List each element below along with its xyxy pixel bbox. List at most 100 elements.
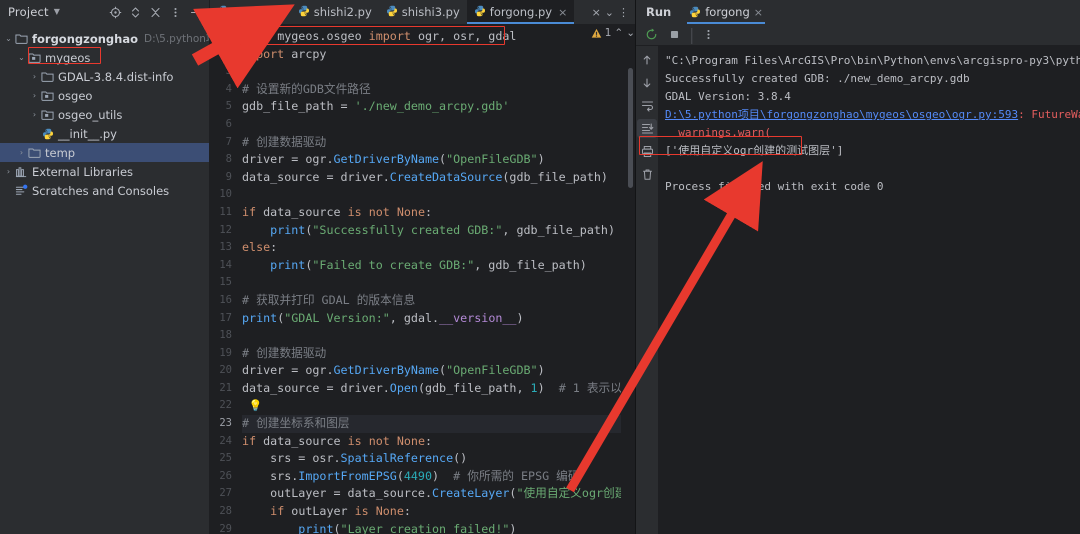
code-line[interactable] xyxy=(242,63,621,81)
run-body: "C:\Program Files\ArcGIS\Pro\bin\Python\… xyxy=(636,46,1080,534)
tree-item-scratches-and-consoles[interactable]: Scratches and Consoles xyxy=(0,181,209,200)
code-line[interactable]: print("GDAL Version:", gdal.__version__) xyxy=(242,310,621,328)
code-line[interactable] xyxy=(242,116,621,134)
code-line[interactable]: print("Successfully created GDB:", gdb_f… xyxy=(242,222,621,240)
hide-icon[interactable] xyxy=(186,3,205,22)
tree-toggle-arrow-icon[interactable]: ⌄ xyxy=(3,34,14,43)
code-line[interactable]: from mygeos.osgeo import ogr, osr, gdal xyxy=(242,28,621,46)
chevron-down-icon[interactable]: ▼ xyxy=(54,8,60,16)
editor-tab-shishi3-py[interactable]: shishi3.py xyxy=(379,0,467,24)
run-toolbar: | xyxy=(636,24,1080,46)
more-options-icon[interactable] xyxy=(166,3,185,22)
editor-tab-label: shishi3.py xyxy=(401,5,460,19)
editor-scrollbar-thumb[interactable] xyxy=(628,68,633,188)
line-number: 19 xyxy=(219,346,232,359)
editor-tab-shishi2-py[interactable]: shishi2.py xyxy=(291,0,379,24)
tree-item-temp[interactable]: › temp xyxy=(0,143,209,162)
code-line[interactable]: print("Failed to create GDB:", gdb_file_… xyxy=(242,257,621,275)
code-line[interactable]: data_source = driver.CreateDataSource(gd… xyxy=(242,169,621,187)
close-icon[interactable]: × xyxy=(592,6,601,19)
close-icon[interactable]: × xyxy=(754,6,763,19)
code-line[interactable]: import arcpy xyxy=(242,46,621,64)
project-tree[interactable]: ⌄ forgongzonghao D:\5.python项目 ⌄ mygeos › GDAL… xyxy=(0,24,209,534)
tree-item-osgeo[interactable]: › osgeo xyxy=(0,86,209,105)
trash-icon[interactable] xyxy=(637,165,657,184)
tree-item-gdal-3-8-4-dist-info[interactable]: › GDAL-3.8.4.dist-info xyxy=(0,67,209,86)
code-line[interactable]: # 创建数据驱动 xyxy=(242,134,621,152)
tree-item--init-py[interactable]: __init__.py xyxy=(0,124,209,143)
line-number: 14 xyxy=(219,258,232,271)
code-line[interactable]: driver = ogr.GetDriverByName("OpenFileGD… xyxy=(242,151,621,169)
code-line[interactable] xyxy=(242,327,621,345)
code-line[interactable]: if outLayer is None: xyxy=(242,503,621,521)
run-panel-header: Run forgong × xyxy=(636,0,1080,24)
tree-toggle-arrow-icon[interactable]: ⌄ xyxy=(16,53,27,62)
code-line[interactable]: if data_source is not None: xyxy=(242,433,621,451)
next-problem-icon[interactable]: ⌄ xyxy=(626,27,635,39)
editor-tab-shishi-py[interactable]: shishi.py xyxy=(210,0,291,24)
tree-toggle-arrow-icon[interactable]: › xyxy=(29,72,40,81)
collapse-all-icon[interactable] xyxy=(146,3,165,22)
tree-toggle-arrow-icon[interactable]: › xyxy=(29,110,40,119)
expand-collapse-icon[interactable] xyxy=(126,3,145,22)
library-icon xyxy=(14,165,29,178)
tree-item-forgongzonghao[interactable]: ⌄ forgongzonghao D:\5.python项目 xyxy=(0,29,209,48)
line-number: 6 xyxy=(225,117,232,130)
tree-item-mygeos[interactable]: ⌄ mygeos xyxy=(0,48,209,67)
more-options-icon[interactable] xyxy=(700,26,717,43)
run-configuration-tab[interactable]: forgong × xyxy=(683,0,769,24)
scroll-to-end-icon[interactable] xyxy=(637,119,657,138)
tree-item-label: osgeo xyxy=(58,88,93,103)
line-number: 24 xyxy=(219,434,232,447)
code-line[interactable]: if data_source is not None: xyxy=(242,204,621,222)
up-arrow-icon[interactable] xyxy=(637,50,657,69)
close-icon[interactable]: × xyxy=(558,6,567,19)
editor-tab-forgong-py[interactable]: forgong.py × xyxy=(466,0,575,24)
code-line[interactable]: 💡 xyxy=(242,397,621,415)
code-line[interactable]: # 获取并打印 GDAL 的版本信息 xyxy=(242,292,621,310)
code-line[interactable]: outLayer = data_source.CreateLayer("使用自定… xyxy=(242,485,621,503)
inspection-widget[interactable]: 1 ⌃ ⌄ xyxy=(591,27,635,39)
soft-wrap-icon[interactable] xyxy=(637,96,657,115)
tree-item-label: GDAL-3.8.4.dist-info xyxy=(58,69,174,84)
code-line[interactable]: # 创建坐标系和图层 xyxy=(242,415,621,433)
tree-toggle-arrow-icon[interactable]: › xyxy=(29,91,40,100)
tree-item-osgeo-utils[interactable]: › osgeo_utils xyxy=(0,105,209,124)
editor-tab-label: shishi.py xyxy=(233,5,284,19)
locate-icon[interactable] xyxy=(106,3,125,22)
python-file-icon xyxy=(690,6,701,18)
line-number: 21 xyxy=(219,381,232,394)
code-line[interactable] xyxy=(242,274,621,292)
code-line[interactable]: else: xyxy=(242,239,621,257)
tree-toggle-arrow-icon[interactable]: › xyxy=(16,148,27,157)
prev-problem-icon[interactable]: ⌃ xyxy=(614,27,623,39)
editor-code-content[interactable]: from mygeos.osgeo import ogr, osr, gdal i… xyxy=(238,24,621,534)
editor-tab-bar[interactable]: shishi.py shishi2.py shishi3.py forgong.py ×… xyxy=(210,0,635,24)
code-line[interactable]: # 创建数据驱动 xyxy=(242,345,621,363)
stop-icon[interactable] xyxy=(666,26,683,43)
more-options-icon[interactable]: ⋮ xyxy=(618,6,629,19)
code-line[interactable]: srs.ImportFromEPSG(4490) # 你所需的 EPSG 编码 xyxy=(242,468,621,486)
code-line[interactable]: print("Layer creation failed!") xyxy=(242,521,621,534)
rerun-icon[interactable] xyxy=(643,26,660,43)
console-line: Successfully created GDB: ./new_demo_arc… xyxy=(665,72,970,85)
project-panel-title: Project xyxy=(8,5,49,19)
print-icon[interactable] xyxy=(637,142,657,161)
code-line[interactable]: srs = osr.SpatialReference() xyxy=(242,450,621,468)
tab-list-dropdown-icon[interactable]: ⌄ xyxy=(605,6,614,19)
project-panel-header: Project ▼ xyxy=(0,0,209,24)
code-line[interactable]: data_source = driver.Open(gdb_file_path,… xyxy=(242,380,621,398)
down-arrow-icon[interactable] xyxy=(637,73,657,92)
line-number: 13 xyxy=(219,241,232,254)
console-side-toolbar xyxy=(636,46,658,534)
console-line[interactable]: D:\5.python项目\forgongzonghao\mygeos\osge… xyxy=(665,106,1080,124)
tree-item-external-libraries[interactable]: › External Libraries xyxy=(0,162,209,181)
code-line[interactable] xyxy=(242,186,621,204)
editor-line-numbers: 1 2 3 4 5 6 7 8 9 10 11 12 13 14 15 16 17 18 19 20 21 22 23 24 2… xyxy=(210,24,238,534)
code-line[interactable]: driver = ogr.GetDriverByName("OpenFileGD… xyxy=(242,362,621,380)
console-line: warnings.warn( xyxy=(665,126,771,139)
run-console-output[interactable]: "C:\Program Files\ArcGIS\Pro\bin\Python\… xyxy=(658,46,1080,534)
code-line[interactable]: # 设置新的GDB文件路径 xyxy=(242,81,621,99)
tree-toggle-arrow-icon[interactable]: › xyxy=(3,167,14,176)
code-line[interactable]: gdb_file_path = './new_demo_arcpy.gdb' xyxy=(242,98,621,116)
